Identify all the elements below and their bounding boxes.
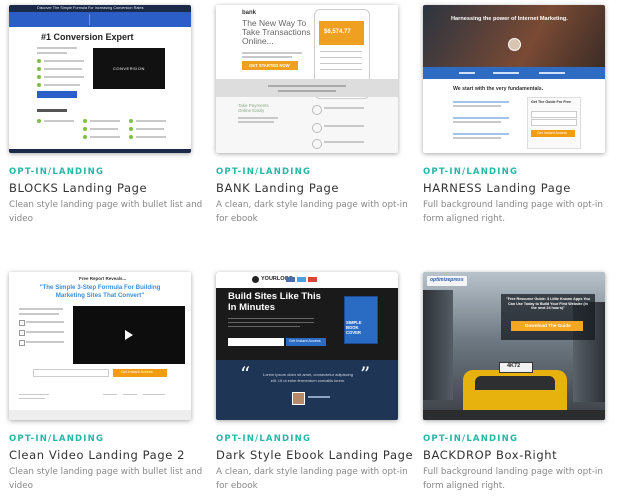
preview-cta-text: Get Instant Access bbox=[289, 339, 321, 343]
preview-headline: "The Simple 3-Step Formula For Building … bbox=[39, 284, 161, 299]
template-description: A clean, dark style landing page with op… bbox=[216, 467, 408, 491]
template-title[interactable]: BANK Landing Page bbox=[216, 181, 339, 195]
preview-headline: Harnessing the power of Internet Marketi… bbox=[451, 16, 568, 22]
template-preview-backdrop[interactable]: optimizepress "Free Resource Guide: 3 Li… bbox=[423, 272, 605, 420]
preview-logo-icon bbox=[252, 276, 259, 283]
play-icon bbox=[125, 330, 133, 340]
template-preview-harness[interactable]: Harnessing the power of Internet Marketi… bbox=[423, 5, 605, 153]
template-description: Full background landing page with opt-in… bbox=[423, 467, 603, 491]
preview-book-text: SIMPLE BOOK COVER bbox=[346, 320, 362, 335]
template-description: Full background landing page with opt-in… bbox=[423, 200, 603, 224]
template-category: OPT-IN/LANDING bbox=[423, 434, 519, 444]
quote-close-icon: ” bbox=[360, 362, 371, 386]
template-category: OPT-IN/LANDING bbox=[423, 167, 519, 177]
preview-video-text: CONVERSION bbox=[113, 66, 145, 71]
preview-logo: bank bbox=[242, 10, 257, 16]
quote-open-icon: “ bbox=[240, 362, 251, 386]
template-title[interactable]: BACKDROP Box-Right bbox=[423, 448, 557, 462]
template-preview-clean-video-2[interactable]: Free Report Reveals... "The Simple 3-Ste… bbox=[9, 272, 191, 420]
preview-box-text: "Free Resource Guide: 3 Little Known App… bbox=[505, 297, 591, 311]
preview-kicker: Free Report Reveals... bbox=[79, 276, 127, 281]
preview-feature: Take Payments Online Easily bbox=[238, 103, 269, 113]
template-description: Clean style landing page with bullet lis… bbox=[9, 467, 203, 491]
preview-headline: Build Sites Like This In Minutes bbox=[228, 291, 321, 313]
preview-cta bbox=[37, 91, 77, 98]
template-category: OPT-IN/LANDING bbox=[216, 434, 312, 444]
template-title[interactable]: HARNESS Landing Page bbox=[423, 181, 571, 195]
preview-avatar bbox=[508, 38, 521, 51]
preview-cta-text: Get Instant Access bbox=[121, 370, 153, 374]
template-title[interactable]: BLOCKS Landing Page bbox=[9, 181, 147, 195]
template-preview-bank[interactable]: bank The New Way To Take Transactions On… bbox=[216, 5, 398, 153]
preview-cta-text: Download The Guide bbox=[525, 323, 571, 328]
preview-form-title: Get The Guide For Free bbox=[531, 100, 571, 104]
preview-hero bbox=[423, 5, 605, 67]
preview-header-split bbox=[89, 14, 90, 25]
preview-headline: #1 Conversion Expert bbox=[41, 32, 134, 42]
template-description: A clean, dark style landing page with op… bbox=[216, 200, 408, 224]
template-preview-blocks[interactable]: Discover The Simple Formula For Increasi… bbox=[9, 5, 191, 153]
preview-taxi-sign: 4K72 bbox=[507, 363, 521, 369]
preview-building-left bbox=[423, 290, 453, 400]
template-category: OPT-IN/LANDING bbox=[216, 167, 312, 177]
preview-avatar bbox=[292, 392, 305, 405]
template-description: Clean style landing page with bullet lis… bbox=[9, 200, 203, 224]
preview-headline: The New Way To Take Transactions Online.… bbox=[242, 18, 311, 46]
preview-header-bar bbox=[9, 12, 191, 27]
preview-cta-text: Get Instant Access bbox=[537, 131, 567, 135]
preview-logo: optimizepress bbox=[430, 277, 464, 283]
preview-banner-text: Discover The Simple Formula For Increasi… bbox=[37, 5, 144, 10]
template-title[interactable]: Dark Style Ebook Landing Page bbox=[216, 448, 413, 462]
template-title[interactable]: Clean Video Landing Page 2 bbox=[9, 448, 185, 462]
template-category: OPT-IN/LANDING bbox=[9, 434, 105, 444]
preview-phone-amount: $6,574.77 bbox=[324, 29, 351, 35]
preview-section-title: We start with the very fundamentals. bbox=[453, 86, 544, 92]
preview-cta-text: GET STARTED NOW bbox=[249, 63, 290, 68]
template-preview-dark-ebook[interactable]: YOURLOGO Build Sites Like This In Minute… bbox=[216, 272, 398, 420]
preview-testimonial: Lorem ipsum dolor sit amet, consectetur … bbox=[262, 372, 354, 383]
template-category: OPT-IN/LANDING bbox=[9, 167, 105, 177]
